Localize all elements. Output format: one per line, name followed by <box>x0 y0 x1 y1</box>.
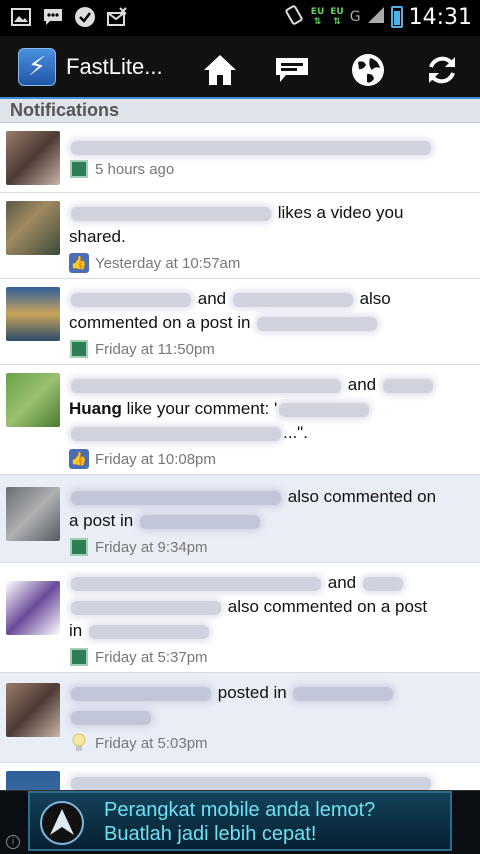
ad-text[interactable]: Perangkat mobile anda lemot? Buatlah jad… <box>104 798 375 846</box>
notification-text: likes a video you shared. <box>69 203 404 246</box>
missed-mail-icon <box>106 6 128 28</box>
app-bar: ⚡ FastLite... <box>0 36 480 100</box>
notifications-header: Notifications <box>0 99 480 123</box>
group-icon <box>69 339 89 359</box>
blurred-text <box>71 140 431 155</box>
notification-meta: 👍 Friday at 10:08pm <box>69 449 216 469</box>
refresh-icon[interactable] <box>422 50 462 90</box>
timestamp: Friday at 11:50pm <box>95 340 215 358</box>
signal-icon <box>367 6 385 28</box>
clock: 14:31 <box>408 4 472 30</box>
sim1-signal-label: EU ⇅ <box>310 7 325 27</box>
avatar[interactable] <box>6 287 60 341</box>
app-logo[interactable]: ⚡ <box>18 48 56 86</box>
bbm-icon <box>42 6 64 28</box>
avatar[interactable] <box>6 581 60 635</box>
avatar[interactable] <box>6 771 60 790</box>
avatar[interactable] <box>6 487 60 541</box>
list-item[interactable]: also commented on a post in Friday at 9:… <box>0 475 480 563</box>
notification-meta: Friday at 9:34pm <box>69 537 208 557</box>
home-icon[interactable] <box>200 50 240 90</box>
notification-text: and also commented on a post in <box>69 289 391 332</box>
timestamp: Friday at 5:03pm <box>95 734 208 752</box>
group-icon <box>69 537 89 557</box>
list-item[interactable]: posted in Friday at 5:03pm <box>0 673 480 763</box>
timestamp: Friday at 5:37pm <box>95 648 208 666</box>
sim2-signal-label: EU ⇅ <box>330 7 344 27</box>
notification-text: and Huang like your comment: ' ...". <box>69 373 469 445</box>
list-item[interactable] <box>0 763 480 790</box>
ad-info-icon[interactable]: i <box>6 835 20 849</box>
list-item[interactable]: 5 hours ago <box>0 123 480 193</box>
status-bar: EU ⇅ EU ⇅ G 14:31 <box>0 0 480 36</box>
avatar[interactable] <box>6 201 60 255</box>
bulb-icon <box>69 733 89 753</box>
timestamp: Friday at 9:34pm <box>95 538 208 556</box>
ad-logo <box>40 801 84 845</box>
globe-icon[interactable] <box>348 50 388 90</box>
list-item[interactable]: and also commented on a post in Friday a… <box>0 563 480 673</box>
group-icon <box>69 159 89 179</box>
notification-meta: Friday at 5:03pm <box>69 733 208 753</box>
notification-text <box>69 135 469 159</box>
notification-meta: Friday at 5:37pm <box>69 647 208 667</box>
vibrate-icon <box>283 4 305 30</box>
notification-meta: Friday at 11:50pm <box>69 339 215 359</box>
app-title[interactable]: FastLite... <box>66 54 163 80</box>
notification-text: posted in <box>69 681 469 729</box>
notification-meta: 5 hours ago <box>69 159 174 179</box>
ad-content[interactable]: Perangkat mobile anda lemot? Buatlah jad… <box>28 791 452 851</box>
network-type: G <box>349 9 361 25</box>
list-item[interactable]: and also commented on a post in Friday a… <box>0 279 480 365</box>
blurred-text <box>71 206 271 221</box>
notification-meta: 👍 Yesterday at 10:57am <box>69 253 240 273</box>
timestamp: Friday at 10:08pm <box>95 450 216 468</box>
notification-text <box>69 771 469 790</box>
ad-banner[interactable]: i Perangkat mobile anda lemot? Buatlah j… <box>0 790 480 854</box>
image-notification-icon <box>10 6 32 28</box>
notification-text: also commented on a post in <box>69 487 437 530</box>
notification-text: and also commented on a post in <box>69 573 428 640</box>
timestamp: Yesterday at 10:57am <box>95 254 241 272</box>
section-title: Notifications <box>10 100 120 120</box>
like-icon: 👍 <box>69 253 89 273</box>
like-icon: 👍 <box>69 449 89 469</box>
list-item[interactable]: and Huang like your comment: ' ...". 👍 F… <box>0 365 480 475</box>
notifications-list[interactable]: 5 hours ago likes a video you shared. 👍 … <box>0 123 480 790</box>
group-icon <box>69 647 89 667</box>
timestamp: 5 hours ago <box>95 160 175 178</box>
list-item[interactable]: likes a video you shared. 👍 Yesterday at… <box>0 193 480 279</box>
avatar[interactable] <box>6 683 60 737</box>
checkmark-icon <box>74 6 96 28</box>
battery-icon <box>390 6 403 28</box>
messages-icon[interactable] <box>272 50 312 90</box>
avatar[interactable] <box>6 131 60 185</box>
avatar[interactable] <box>6 373 60 427</box>
